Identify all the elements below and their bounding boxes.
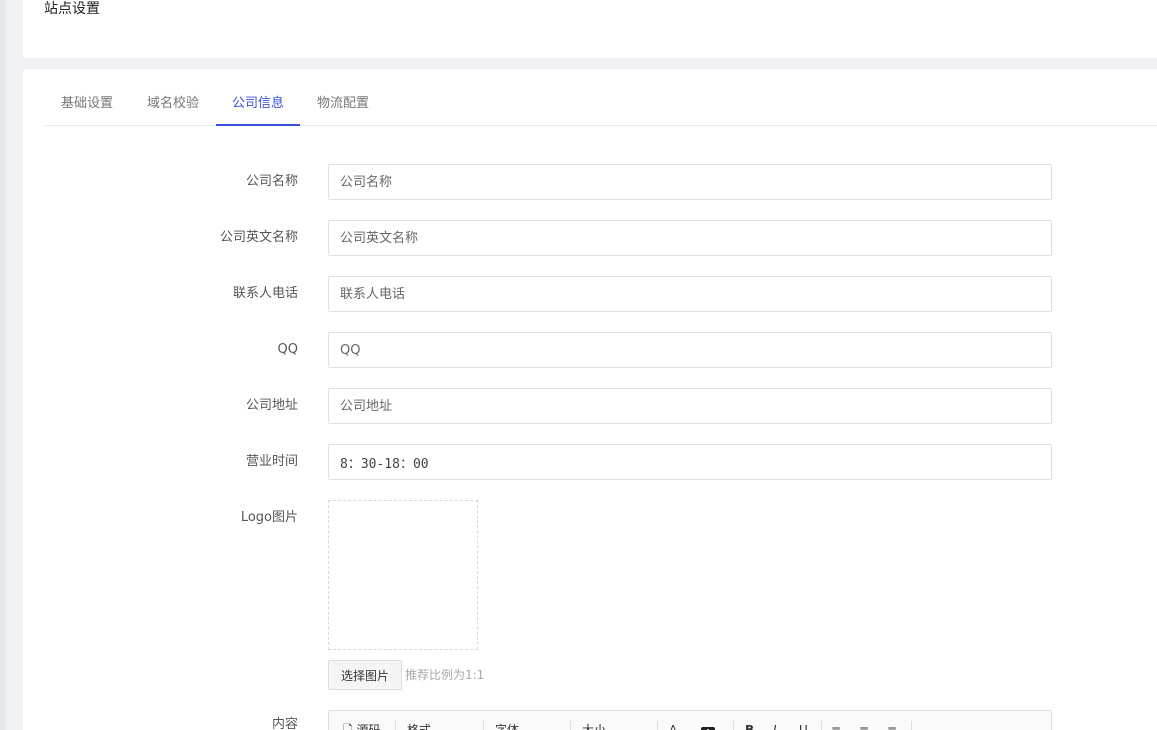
qq-label: QQ: [277, 342, 298, 357]
toolbar-divider: [911, 721, 912, 730]
toolbar-divider: [821, 721, 822, 730]
tab-logistics-config[interactable]: 物流配置: [300, 83, 386, 126]
background-color-button[interactable]: A: [701, 721, 715, 730]
source-button-label: 源码: [356, 723, 381, 730]
form-row-company-name: 公司名称: [23, 164, 1157, 200]
business-hours-input[interactable]: [328, 444, 1052, 480]
tab-basic-settings[interactable]: 基础设置: [44, 83, 130, 126]
align-left-icon[interactable]: ≡: [831, 719, 841, 730]
tab-bar: 基础设置 域名校验 公司信息 物流配置: [44, 83, 1157, 126]
contact-phone-label: 联系人电话: [232, 286, 298, 301]
tab-company-info[interactable]: 公司信息: [216, 83, 300, 126]
company-address-label: 公司地址: [245, 398, 298, 413]
company-en-name-input[interactable]: [328, 220, 1052, 256]
company-en-name-label: 公司英文名称: [219, 230, 298, 245]
company-name-label: 公司名称: [245, 174, 298, 189]
toolbar-divider: [733, 721, 734, 730]
document-icon: 🗋: [343, 723, 353, 730]
toolbar-divider: [395, 721, 396, 730]
size-dropdown[interactable]: 大小: [582, 719, 606, 730]
toolbar-divider: [483, 721, 484, 730]
page-title: 站点设置: [44, 1, 100, 17]
qq-input[interactable]: [328, 332, 1052, 368]
form-row-company-en-name: 公司英文名称: [23, 220, 1157, 256]
tab-domain-verification[interactable]: 域名校验: [130, 83, 216, 126]
format-dropdown[interactable]: 格式: [407, 719, 431, 730]
contact-phone-input[interactable]: [328, 276, 1052, 312]
page: 站点设置 基础设置 域名校验 公司信息 物流配置 公司名称 公司英文名称 联系人…: [0, 0, 1157, 730]
underline-button[interactable]: U: [799, 719, 808, 730]
rich-text-editor[interactable]: 🗋 源码 格式 字体 大小 A A B I U ≡ ≡ ≡: [328, 710, 1052, 730]
logo-ratio-hint: 推荐比例为1:1: [405, 668, 485, 682]
font-dropdown[interactable]: 字体: [495, 719, 519, 730]
form-row-logo: Logo图片: [23, 500, 1157, 536]
logo-label: Logo图片: [240, 510, 298, 525]
font-color-button[interactable]: A: [669, 719, 677, 730]
form-row-contact-phone: 联系人电话: [23, 276, 1157, 312]
settings-card: 基础设置 域名校验 公司信息 物流配置 公司名称 公司英文名称 联系人电话 QQ…: [23, 69, 1157, 730]
select-image-button[interactable]: 选择图片: [328, 660, 402, 690]
italic-button[interactable]: I: [773, 719, 777, 730]
toolbar-divider: [657, 721, 658, 730]
left-sidebar-edge: [0, 0, 5, 730]
source-button[interactable]: 🗋 源码: [343, 719, 381, 730]
company-name-input[interactable]: [328, 164, 1052, 200]
align-center-icon[interactable]: ≡: [859, 719, 869, 730]
bold-button[interactable]: B: [745, 719, 754, 730]
content-label: 内容: [271, 717, 298, 730]
form-row-business-hours: 营业时间: [23, 444, 1157, 480]
form-row-qq: QQ: [23, 332, 1157, 368]
logo-preview-box[interactable]: [328, 500, 478, 650]
company-address-input[interactable]: [328, 388, 1052, 424]
form-row-company-address: 公司地址: [23, 388, 1157, 424]
business-hours-label: 营业时间: [245, 454, 298, 469]
header-card: 站点设置: [23, 0, 1157, 58]
toolbar-divider: [570, 721, 571, 730]
align-right-icon[interactable]: ≡: [887, 719, 897, 730]
